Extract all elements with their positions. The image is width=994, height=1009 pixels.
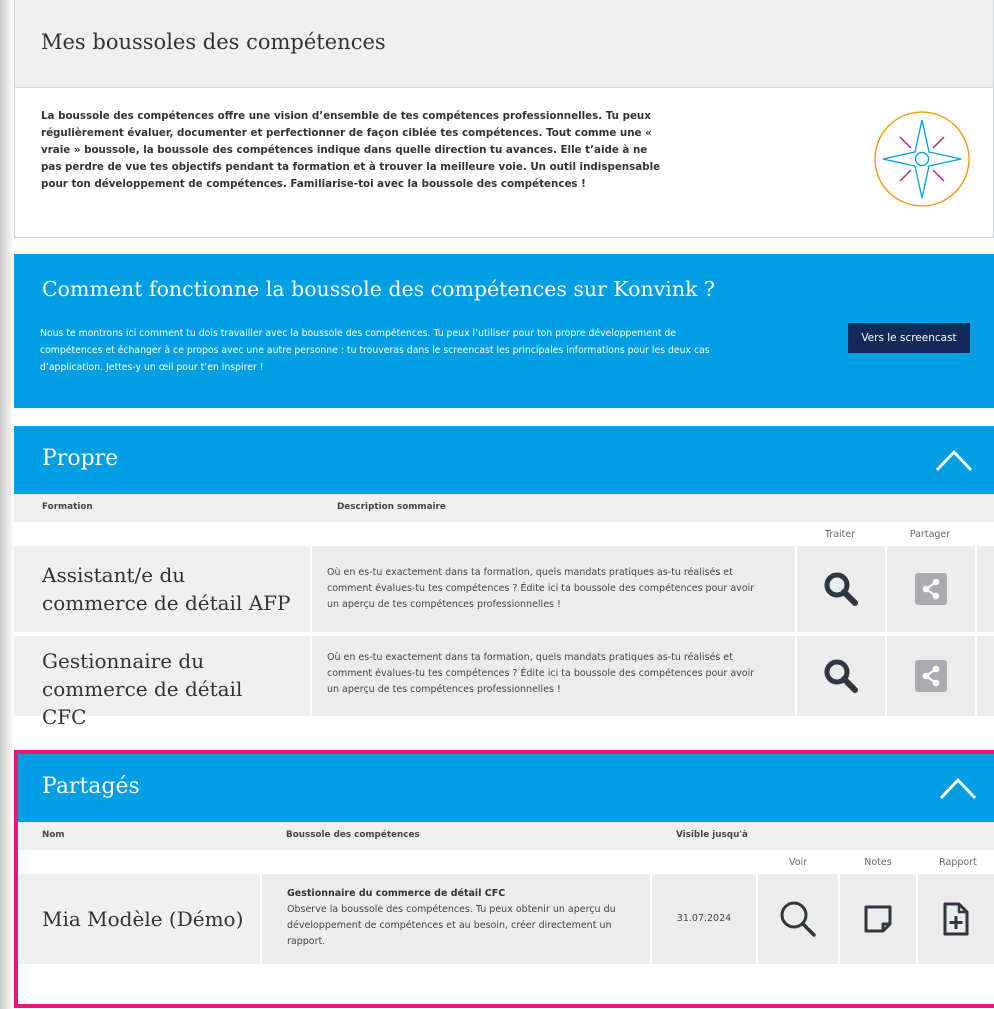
intro-section: Mes boussoles des compétences La boussol… xyxy=(14,0,994,238)
column-name: Nom xyxy=(42,830,65,840)
search-icon xyxy=(824,659,858,693)
note-icon xyxy=(864,905,892,933)
compass-icon xyxy=(874,111,970,207)
howto-banner: Comment fonctionne la boussole des compé… xyxy=(14,254,994,408)
row-extra-cell xyxy=(975,546,994,632)
edit-button[interactable] xyxy=(795,546,885,632)
left-shadow xyxy=(0,0,14,1009)
column-visible-until: Visible jusqu'à xyxy=(676,830,748,840)
page: Mes boussoles des compétences La boussol… xyxy=(0,0,994,1009)
compass-title: Gestionnaire du commerce de détail CFC xyxy=(287,888,506,899)
share-button[interactable] xyxy=(885,636,975,716)
formation-description: Où en es-tu exactement dans ta formation… xyxy=(327,567,755,610)
share-icon xyxy=(915,573,947,605)
search-icon xyxy=(780,901,816,937)
action-label-view: Voir xyxy=(788,857,808,868)
action-label-edit: Traiter xyxy=(824,529,856,540)
share-button[interactable] xyxy=(885,546,975,632)
own-title: Propre xyxy=(42,446,119,471)
action-label-report: Rapport xyxy=(939,857,977,868)
table-row: Gestionnaire du commerce de détail CFC O… xyxy=(14,636,994,729)
formation-name[interactable]: Assistant/e du commerce de détail AFP xyxy=(42,546,292,632)
compass-cell[interactable]: Gestionnaire du commerce de détail CFC O… xyxy=(260,874,650,964)
action-label-notes: Notes xyxy=(864,857,892,868)
search-icon xyxy=(824,572,858,606)
share-icon xyxy=(915,660,947,692)
page-title: Mes boussoles des compétences xyxy=(41,30,386,54)
report-button[interactable] xyxy=(916,874,994,964)
table-row: Mia Modèle (Démo) Gestionnaire du commer… xyxy=(18,874,994,964)
formation-description: Où en es-tu exactement dans ta formation… xyxy=(327,652,755,695)
shared-section: Partagés Nom Boussole des compétences Vi… xyxy=(18,754,994,964)
edit-button[interactable] xyxy=(795,636,885,716)
own-actions-header: Traiter Partager xyxy=(14,522,994,546)
description-cell: Où en es-tu exactement dans ta formation… xyxy=(310,546,795,632)
action-label-share: Partager xyxy=(909,529,951,540)
own-section: Propre Formation Description sommaire Tr… xyxy=(14,426,994,729)
description-cell: Où en es-tu exactement dans ta formation… xyxy=(310,636,795,716)
own-column-header: Formation Description sommaire xyxy=(14,494,994,522)
visible-until-cell: 31.07.2024 xyxy=(650,874,756,964)
row-extra-cell xyxy=(975,636,994,716)
compass-text: Observe la boussole des compétences. Tu … xyxy=(287,904,616,947)
howto-text: Nous te montrons ici comment tu dois tra… xyxy=(40,328,710,373)
shared-column-header: Nom Boussole des compétences Visible jus… xyxy=(18,822,994,850)
column-compass: Boussole des compétences xyxy=(286,830,420,840)
collapse-chevron-icon[interactable] xyxy=(938,774,978,802)
visible-until-date: 31.07.2024 xyxy=(676,913,732,924)
formation-name[interactable]: Gestionnaire du commerce de détail CFC xyxy=(42,636,292,729)
shared-actions-header: Voir Notes Rapport xyxy=(18,850,994,874)
view-button[interactable] xyxy=(756,874,838,964)
screencast-button[interactable]: Vers le screencast xyxy=(848,323,970,353)
shared-person-name: Mia Modèle (Démo) xyxy=(42,907,244,931)
shared-title: Partagés xyxy=(42,774,140,799)
own-header: Propre xyxy=(14,426,994,494)
shared-header: Partagés xyxy=(18,754,994,822)
table-row: Assistant/e du commerce de détail AFP Où… xyxy=(14,546,994,632)
collapse-chevron-icon[interactable] xyxy=(934,446,974,474)
intro-header: Mes boussoles des compétences xyxy=(15,0,993,88)
intro-text: La boussole des compétences offre une vi… xyxy=(41,110,661,190)
notes-button[interactable] xyxy=(838,874,916,964)
file-plus-icon xyxy=(943,902,969,936)
howto-title: Comment fonctionne la boussole des compé… xyxy=(42,277,715,301)
column-formation: Formation xyxy=(42,502,93,512)
column-description: Description sommaire xyxy=(337,502,446,512)
